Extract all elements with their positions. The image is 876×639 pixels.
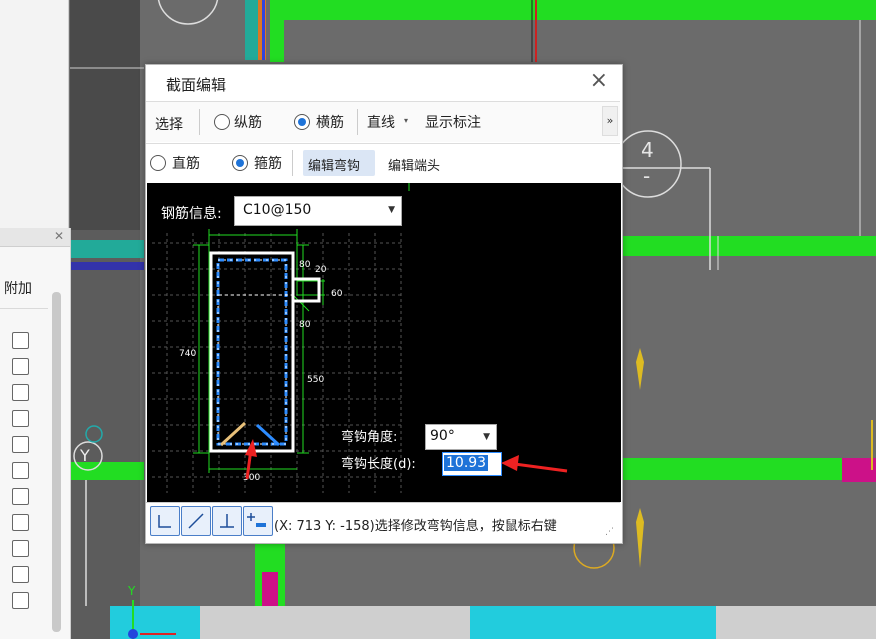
row-checkbox[interactable]	[12, 488, 29, 505]
toolbar-primary: 选择 纵筋 横筋 直线 ▾ 显示标注 »	[146, 101, 620, 142]
edit-end-button[interactable]: 编辑端头	[388, 155, 440, 174]
dialog-title: 截面编辑	[166, 76, 227, 94]
close-icon[interactable]: ✕	[54, 229, 64, 243]
add-tool-button[interactable]	[243, 506, 273, 536]
add-icon	[247, 513, 266, 527]
radio-stirrup[interactable]	[232, 155, 248, 171]
left-panel-properties: ✕ 附加	[0, 228, 71, 639]
more-icon[interactable]: »	[602, 106, 618, 136]
left-panel-header: ✕	[0, 228, 70, 247]
radio-transverse-label[interactable]: 横筋	[316, 112, 344, 132]
status-bar: (X: 713 Y: -158)选择修改弯钩信息，按鼠标右键 ⋰	[146, 502, 620, 543]
axis-label-y: Y	[80, 446, 90, 465]
corner-tool-button[interactable]	[150, 506, 180, 536]
row-checkbox[interactable]	[12, 514, 29, 531]
row-checkbox[interactable]	[12, 592, 29, 609]
axis-label-y-bottom: Y	[128, 584, 136, 598]
chevron-down-icon[interactable]: ▾	[404, 116, 408, 125]
corner-icon	[158, 515, 171, 528]
left-panel-top	[0, 0, 69, 228]
radio-transverse[interactable]	[294, 114, 310, 130]
line-tool-button[interactable]	[181, 506, 211, 536]
diagonal-line-icon	[188, 513, 204, 529]
perpendicular-icon	[220, 514, 234, 528]
red-arrow-annotations	[245, 439, 568, 480]
row-checkbox[interactable]	[12, 358, 29, 375]
row-checkbox[interactable]	[12, 566, 29, 583]
line-type-combo[interactable]: 直线	[367, 112, 395, 132]
radio-longitudinal-label[interactable]: 纵筋	[234, 112, 262, 132]
perpendicular-tool-button[interactable]	[212, 506, 242, 536]
vertical-scrollbar[interactable]	[52, 292, 61, 632]
close-icon[interactable]: ×	[590, 70, 608, 92]
section-canvas[interactable]: 740 300 550 80 80 20 60 钢筋信息: C10@150 ▼ …	[147, 183, 621, 502]
toolbar-secondary: 直筋 箍筋 编辑弯钩 编辑端头	[146, 143, 620, 184]
row-checkbox[interactable]	[12, 332, 29, 349]
status-text: (X: 713 Y: -158)选择修改弯钩信息，按鼠标右键	[274, 519, 557, 534]
row-checkbox[interactable]	[12, 462, 29, 479]
row-checkbox[interactable]	[12, 436, 29, 453]
section-edit-dialog: 截面编辑 × 选择 纵筋 横筋 直线 ▾ 显示标注 » 直筋 箍筋 编辑弯钩 编…	[145, 64, 623, 544]
row-checkbox[interactable]	[12, 384, 29, 401]
column-header-append: 附加	[4, 281, 32, 297]
select-label: 选择	[155, 117, 183, 133]
row-checkbox[interactable]	[12, 410, 29, 427]
circle-label-top: 4	[641, 138, 654, 162]
resize-grip-icon[interactable]: ⋰	[605, 527, 614, 537]
circle-label-bottom: -	[643, 164, 651, 188]
radio-stirrup-label[interactable]: 箍筋	[254, 153, 282, 173]
radio-straight-label[interactable]: 直筋	[172, 153, 200, 173]
show-annotation-button[interactable]: 显示标注	[425, 112, 481, 132]
radio-longitudinal[interactable]	[214, 114, 230, 130]
radio-straight[interactable]	[150, 155, 166, 171]
row-checkbox[interactable]	[12, 540, 29, 557]
edit-hook-label[interactable]: 编辑弯钩	[308, 155, 360, 174]
